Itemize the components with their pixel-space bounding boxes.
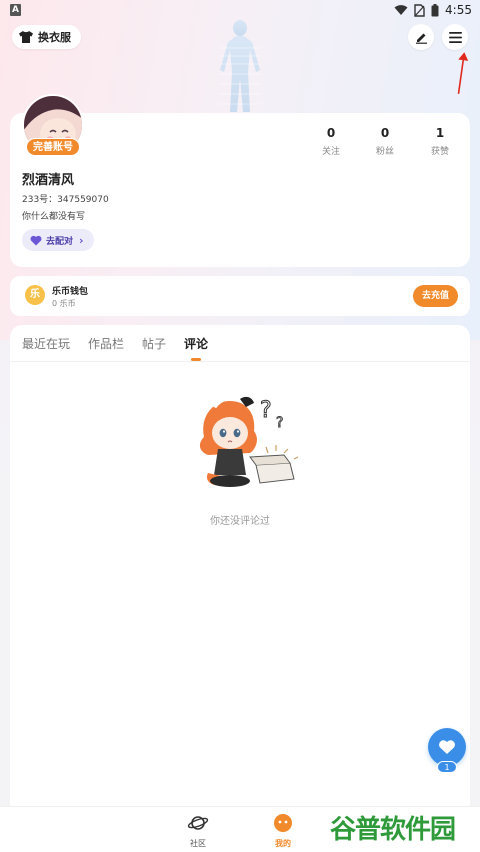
tab-recently-played[interactable]: 最近在玩 [22, 335, 70, 357]
wallet-card[interactable]: 乐 乐币钱包 0 乐币 去充值 [10, 276, 470, 316]
nav-community-label: 社区 [190, 839, 206, 848]
complete-account-badge[interactable]: 完善账号 [26, 138, 80, 156]
wallet-title: 乐币钱包 [52, 287, 89, 297]
battery-icon [431, 3, 439, 16]
stat-following-label: 关注 [321, 147, 340, 157]
edit-profile-button[interactable] [408, 24, 434, 50]
heart-icon [30, 235, 42, 245]
menu-button[interactable] [442, 24, 468, 50]
annotation-arrow [457, 52, 469, 94]
stat-following-value: 0 [326, 126, 336, 140]
stat-fans[interactable]: 0 粉丝 [365, 126, 405, 157]
user-bio: 你什么都没有写 [22, 212, 86, 222]
stat-following[interactable]: 0 关注 [311, 126, 351, 157]
face-icon [274, 814, 292, 832]
heart-icon [439, 740, 455, 754]
coin-icon: 乐 [25, 285, 45, 305]
app-notification-icon: A [10, 4, 21, 16]
change-outfit-label: 换衣服 [38, 31, 71, 44]
tab-comments[interactable]: 评论 [184, 335, 208, 361]
nav-mine-label: 我的 [275, 839, 291, 848]
stat-fans-value: 0 [380, 126, 390, 140]
tshirt-icon [19, 31, 33, 43]
svg-text:?: ? [260, 398, 272, 423]
watermark-logo: 谷普软件园 [330, 807, 472, 847]
tab-works[interactable]: 作品栏 [88, 335, 124, 357]
user-id: 233号：347559070 [22, 195, 109, 205]
avatar-figure-silhouette [220, 20, 260, 112]
like-count-badge: 1 [437, 761, 457, 773]
nav-community[interactable]: 社区 [178, 813, 218, 849]
empty-state-illustration: ? ? [199, 395, 299, 487]
tab-bar: 最近在玩 作品栏 帖子 评论 [22, 335, 208, 361]
stat-likes[interactable]: 1 获赞 [420, 126, 460, 157]
svg-text:?: ? [276, 415, 283, 431]
match-label: 去配对 [46, 236, 74, 247]
change-outfit-button[interactable]: 换衣服 [12, 25, 81, 49]
stat-likes-value: 1 [435, 126, 445, 140]
empty-state-text: 你还没评论过 [210, 516, 270, 527]
tab-posts[interactable]: 帖子 [142, 335, 166, 357]
stat-likes-label: 获赞 [430, 147, 449, 157]
planet-icon [187, 816, 209, 830]
pencil-icon [415, 33, 427, 44]
clock: 4:55 [445, 3, 472, 17]
recharge-button[interactable]: 去充值 [412, 285, 458, 307]
hamburger-menu-icon [448, 31, 462, 43]
content-card: 最近在玩 作品栏 帖子 评论 ? ? 你还没评论过 [10, 325, 470, 815]
match-button[interactable]: 去配对 › [22, 229, 94, 251]
username: 烈酒清风 [22, 173, 75, 188]
wallet-balance: 0 乐币 [52, 299, 76, 308]
wifi-icon [394, 5, 408, 15]
chevron-right-icon: › [79, 233, 84, 247]
nav-mine[interactable]: 我的 [263, 813, 303, 849]
watermark-text: 谷普软件园 [330, 814, 456, 845]
no-sim-icon [414, 3, 425, 17]
tab-divider [10, 361, 470, 362]
stat-fans-label: 粉丝 [375, 147, 394, 157]
